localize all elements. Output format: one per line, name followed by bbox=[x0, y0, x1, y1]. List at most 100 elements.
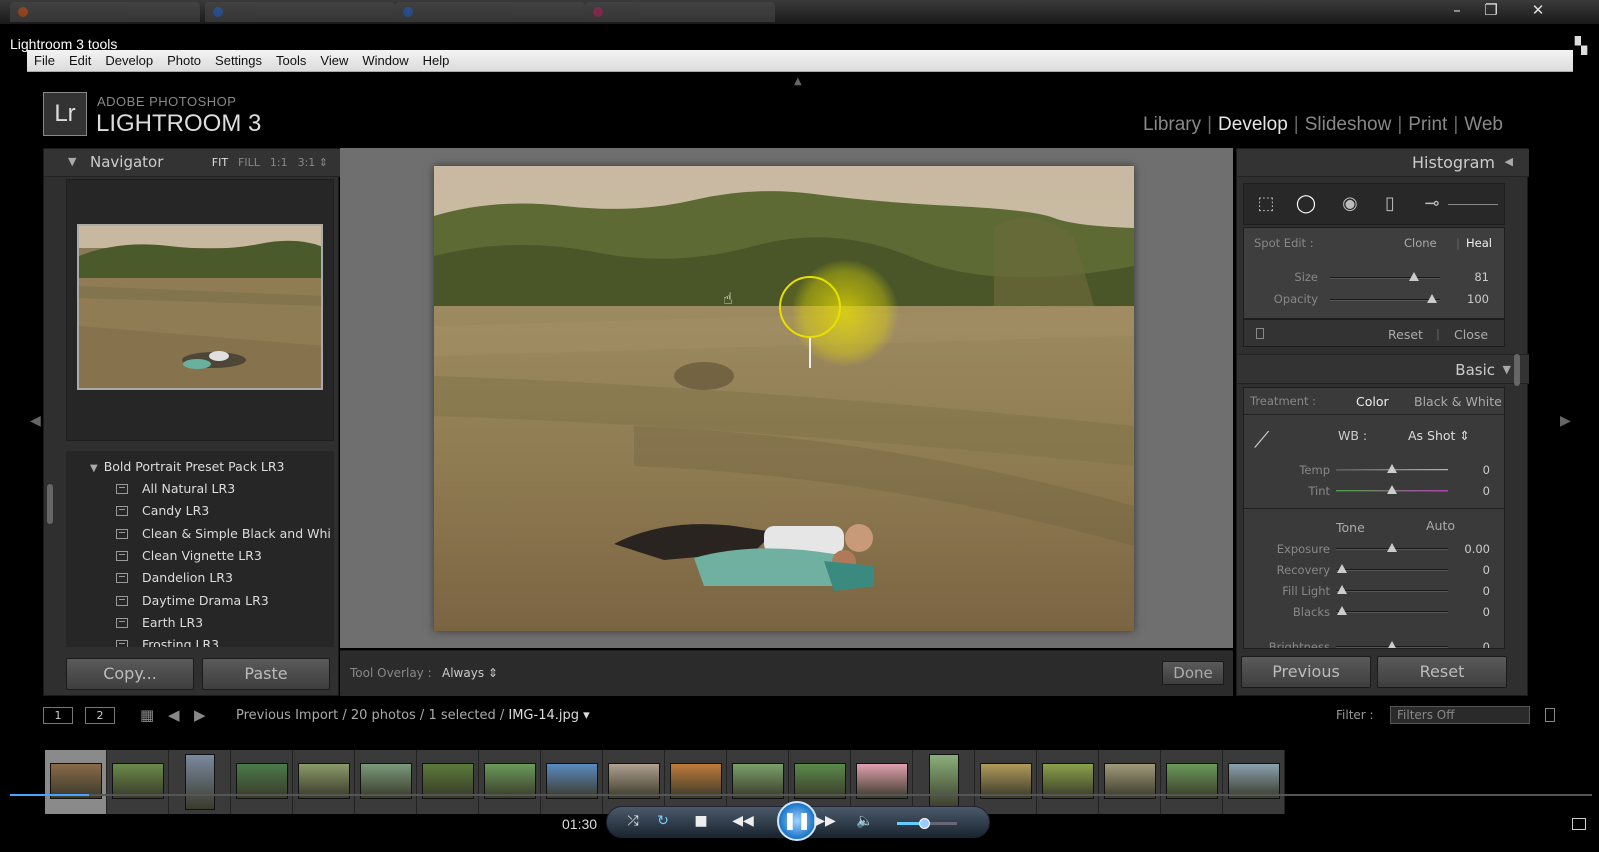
stop-icon[interactable]: ■ bbox=[689, 813, 713, 829]
copy-button[interactable]: Copy... bbox=[66, 658, 194, 690]
exposure-slider-thumb[interactable] bbox=[1387, 543, 1397, 552]
graduated-filter-icon[interactable]: ▯ bbox=[1378, 193, 1402, 217]
preset-item[interactable]: Dandelion LR3 bbox=[116, 570, 331, 585]
grid-icon[interactable]: ▚ bbox=[1575, 36, 1587, 55]
fill-light-slider[interactable] bbox=[1336, 585, 1448, 594]
close-window-button[interactable]: ✕ bbox=[1522, 0, 1554, 22]
browser-tab[interactable] bbox=[395, 2, 585, 22]
temp-slider[interactable] bbox=[1336, 464, 1448, 473]
menu-window[interactable]: Window bbox=[355, 50, 415, 68]
black-white-option[interactable]: Black & White bbox=[1414, 394, 1502, 409]
menu-file[interactable]: File bbox=[27, 50, 62, 68]
preset-item[interactable]: All Natural LR3 bbox=[116, 481, 331, 496]
module-print[interactable]: Print bbox=[1402, 114, 1453, 135]
module-library[interactable]: Library bbox=[1137, 114, 1207, 135]
pause-button[interactable]: ❚❚ bbox=[777, 801, 817, 841]
browser-tab[interactable] bbox=[205, 2, 395, 22]
module-develop[interactable]: Develop bbox=[1212, 114, 1294, 135]
current-file-name[interactable]: IMG-14.jpg ▾ bbox=[508, 708, 589, 723]
filmstrip-cell[interactable] bbox=[45, 750, 107, 814]
blacks-slider-thumb[interactable] bbox=[1337, 606, 1347, 615]
blacks-slider[interactable] bbox=[1336, 606, 1448, 615]
preset-item[interactable]: Frosting LR3 bbox=[116, 637, 331, 647]
filmstrip-cell[interactable] bbox=[541, 750, 603, 814]
module-slideshow[interactable]: Slideshow bbox=[1299, 114, 1398, 135]
tint-slider-thumb[interactable] bbox=[1387, 485, 1397, 494]
filmstrip-cell[interactable] bbox=[169, 750, 231, 814]
forward-arrow-icon[interactable]: ▶ bbox=[194, 706, 206, 724]
temp-slider-thumb[interactable] bbox=[1387, 464, 1397, 473]
done-button[interactable]: Done bbox=[1162, 661, 1224, 685]
preset-folder[interactable]: ▼ Bold Portrait Preset Pack LR3 bbox=[90, 459, 285, 474]
auto-tone-button[interactable]: Auto bbox=[1426, 518, 1455, 533]
main-photo[interactable]: ☝ bbox=[434, 166, 1134, 631]
menu-settings[interactable]: Settings bbox=[208, 50, 269, 68]
size-slider[interactable] bbox=[1330, 272, 1440, 281]
toggle-switch-icon[interactable] bbox=[1256, 328, 1264, 339]
color-option[interactable]: Color bbox=[1356, 394, 1389, 409]
filmstrip-cell[interactable] bbox=[293, 750, 355, 814]
recovery-slider-thumb[interactable] bbox=[1337, 564, 1347, 573]
filmstrip-cell[interactable] bbox=[975, 750, 1037, 814]
paste-button[interactable]: Paste bbox=[202, 658, 330, 690]
wb-select[interactable]: As Shot ⇕ bbox=[1408, 428, 1470, 443]
filmstrip-cell[interactable] bbox=[727, 750, 789, 814]
volume-icon[interactable]: 🔈 bbox=[853, 813, 877, 829]
navigator-header[interactable]: ▼ Navigator FIT FILL 1:1 3:1 ⇕ bbox=[44, 149, 340, 177]
browser-tab[interactable] bbox=[10, 2, 200, 22]
filter-select[interactable]: Filters Off bbox=[1390, 706, 1530, 724]
left-panel-scrollbar[interactable] bbox=[47, 484, 53, 524]
filmstrip-cell[interactable] bbox=[107, 750, 169, 814]
adjustment-brush-icon[interactable]: ⊸ bbox=[1420, 193, 1444, 217]
filmstrip-source-path[interactable]: Previous Import / 20 photos / 1 selected… bbox=[236, 708, 590, 723]
crop-overlay-icon[interactable]: ⬚ bbox=[1254, 193, 1278, 217]
size-slider-thumb[interactable] bbox=[1409, 272, 1419, 281]
preset-item[interactable]: Clean Vignette LR3 bbox=[116, 548, 331, 563]
zoom-option[interactable]: FILL bbox=[228, 156, 260, 169]
repeat-icon[interactable]: ↻ bbox=[651, 813, 675, 829]
filmstrip-cell[interactable] bbox=[417, 750, 479, 814]
filmstrip-cell[interactable] bbox=[851, 750, 913, 814]
menu-develop[interactable]: Develop bbox=[98, 50, 160, 68]
opacity-slider[interactable] bbox=[1330, 294, 1440, 303]
navigator-thumbnail[interactable] bbox=[77, 224, 323, 390]
filmstrip-cell[interactable] bbox=[665, 750, 727, 814]
tint-slider[interactable] bbox=[1336, 485, 1448, 494]
zoom-option[interactable]: FIT bbox=[202, 156, 228, 169]
secondary-window-button[interactable]: 2 bbox=[85, 707, 115, 724]
menu-view[interactable]: View bbox=[313, 50, 355, 68]
right-panel-toggle-icon[interactable]: ▶ bbox=[1560, 413, 1571, 429]
collapse-triangle-icon[interactable]: ▼ bbox=[1503, 363, 1511, 376]
spot-removal-circle[interactable] bbox=[779, 276, 841, 338]
clone-option[interactable]: Clone bbox=[1404, 236, 1437, 250]
zoom-option[interactable]: 1:1 bbox=[260, 156, 288, 169]
filter-lock-icon[interactable] bbox=[1545, 708, 1555, 722]
preset-item[interactable]: Daytime Drama LR3 bbox=[116, 593, 331, 608]
collapse-triangle-icon[interactable]: ▼ bbox=[68, 155, 76, 168]
filmstrip-cell[interactable] bbox=[355, 750, 417, 814]
shuffle-icon[interactable]: ⤮ bbox=[621, 813, 645, 829]
left-panel-toggle-icon[interactable]: ◀ bbox=[30, 413, 41, 429]
recovery-slider[interactable] bbox=[1336, 564, 1448, 573]
filmstrip-cell[interactable] bbox=[913, 750, 975, 814]
menu-edit[interactable]: Edit bbox=[62, 50, 98, 68]
filmstrip-cell[interactable] bbox=[231, 750, 293, 814]
menu-tools[interactable]: Tools bbox=[269, 50, 313, 68]
histogram-header[interactable]: Histogram ◀ bbox=[1237, 149, 1529, 177]
filmstrip-cell[interactable] bbox=[479, 750, 541, 814]
heal-option[interactable]: Heal bbox=[1466, 236, 1492, 250]
filmstrip-cell[interactable] bbox=[1037, 750, 1099, 814]
opacity-slider-thumb[interactable] bbox=[1427, 294, 1437, 303]
primary-window-button[interactable]: 1 bbox=[43, 707, 73, 724]
back-arrow-icon[interactable]: ◀ bbox=[168, 706, 180, 724]
menu-photo[interactable]: Photo bbox=[160, 50, 208, 68]
spot-removal-icon[interactable]: ◯ bbox=[1294, 193, 1318, 217]
grid-view-icon[interactable]: ▦ bbox=[140, 706, 154, 724]
fill-light-slider-thumb[interactable] bbox=[1337, 585, 1347, 594]
video-progress-bar[interactable] bbox=[10, 794, 1592, 796]
brightness-slider[interactable] bbox=[1336, 641, 1448, 648]
exposure-slider[interactable] bbox=[1336, 543, 1448, 552]
switch-to-library-icon[interactable] bbox=[1572, 818, 1586, 830]
brightness-slider-thumb[interactable] bbox=[1387, 641, 1397, 648]
collapse-triangle-icon[interactable]: ◀ bbox=[1505, 155, 1513, 168]
